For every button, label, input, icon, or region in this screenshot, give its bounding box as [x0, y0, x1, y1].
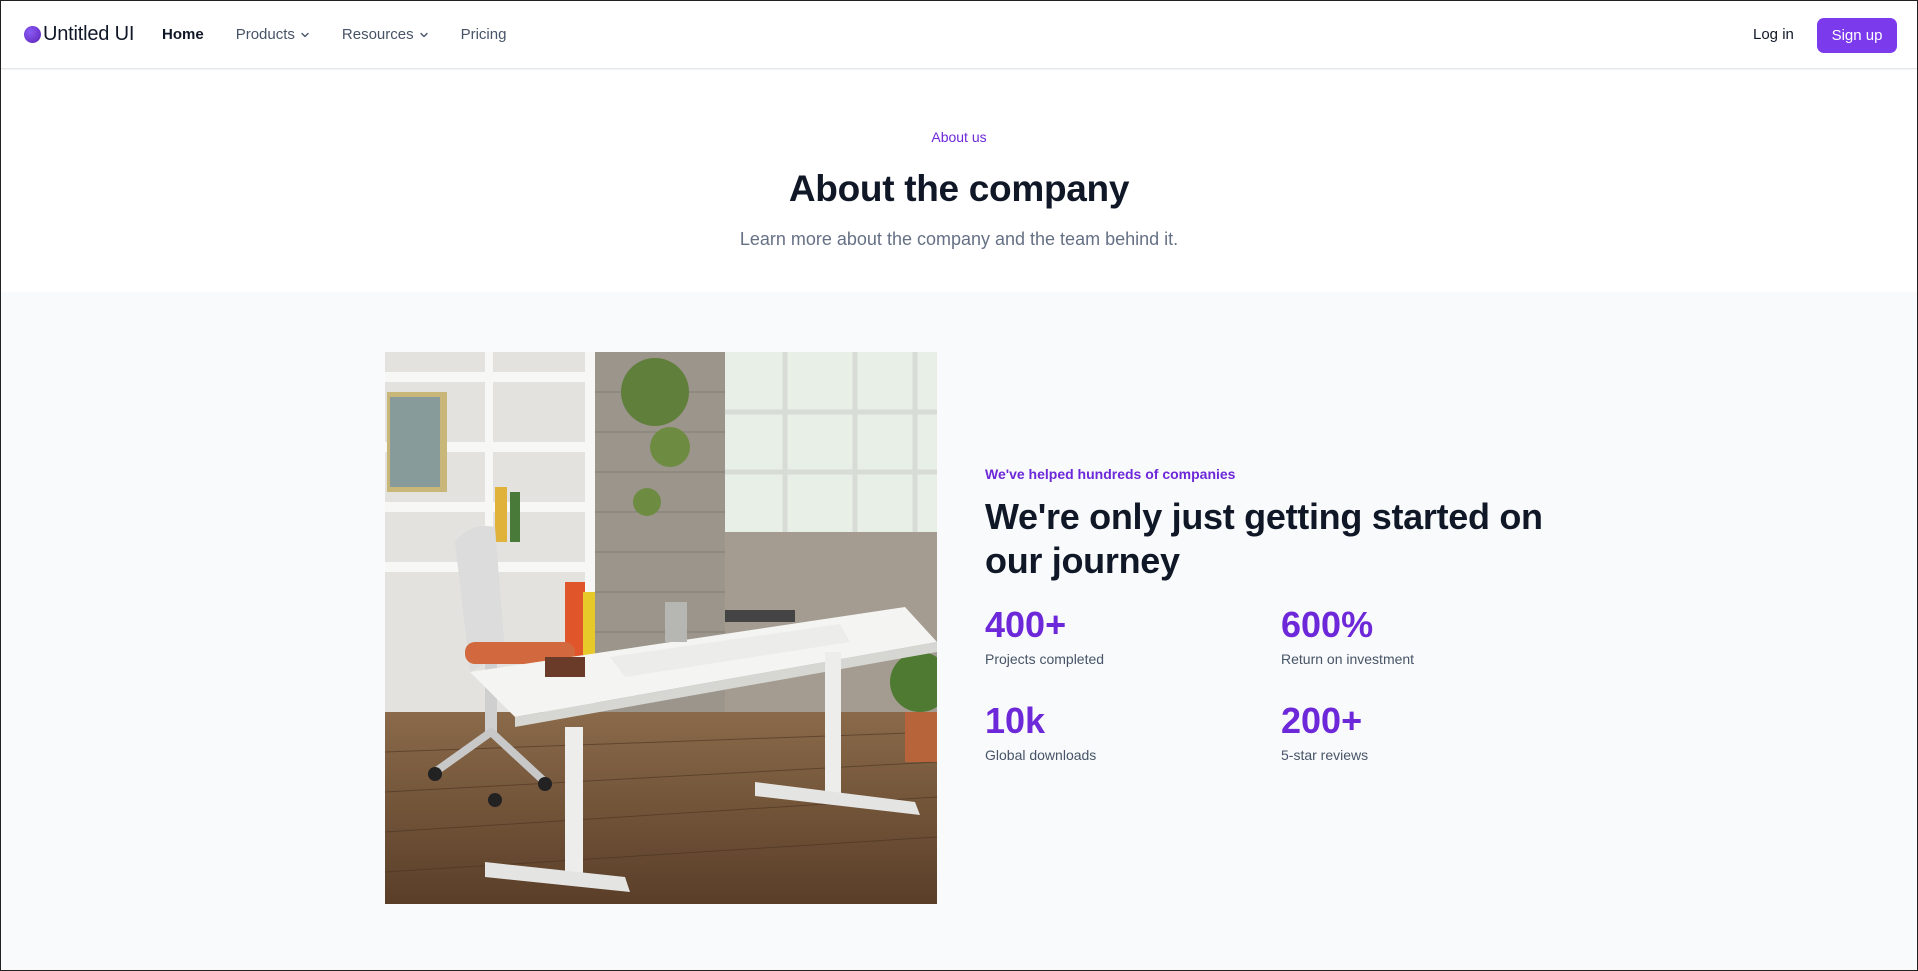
page-title: About the company: [788, 168, 1130, 209]
logo-text: Untitled UI: [43, 23, 135, 45]
stat-value: 200+: [1281, 700, 1363, 741]
section-title: We're only just getting started on our j…: [985, 496, 1543, 581]
office-photo: [385, 352, 937, 904]
chevron-down-icon: [301, 32, 309, 37]
top-nav: Untitled UI Home Products Resources Pric…: [1, 1, 1917, 69]
nav-links: Home Products Resources Pricing: [162, 26, 538, 43]
office-photo-illustration: [385, 352, 937, 904]
about-info: We've helped hundreds of companies We're…: [985, 466, 1545, 763]
nav-link-pricing[interactable]: Pricing: [461, 26, 507, 43]
login-button[interactable]: Log in: [1753, 26, 1794, 43]
stat-value: 400+: [985, 604, 1067, 645]
stat-label: Return on investment: [1281, 651, 1415, 667]
stat-roi: 600% Return on investment: [1281, 604, 1545, 668]
stat-value: 10k: [985, 700, 1046, 741]
signup-button[interactable]: Sign up: [1817, 18, 1897, 53]
logo[interactable]: Untitled UI: [24, 23, 134, 46]
stat-label: Projects completed: [985, 651, 1105, 667]
nav-link-label: Home: [162, 26, 204, 43]
stat-reviews: 200+ 5-star reviews: [1281, 700, 1545, 764]
nav-link-home[interactable]: Home: [162, 26, 204, 43]
stat-label: 5-star reviews: [1281, 747, 1369, 763]
stat-downloads: 10k Global downloads: [985, 700, 1281, 764]
section-kicker: We've helped hundreds of companies: [985, 466, 1236, 482]
nav-link-label: Resources: [341, 26, 414, 43]
nav-link-resources[interactable]: Resources: [342, 26, 429, 43]
nav-link-products[interactable]: Products: [236, 26, 310, 43]
stat-label: Global downloads: [985, 747, 1097, 763]
nav-link-label: Pricing: [460, 26, 507, 43]
about-section: We've helped hundreds of companies We're…: [1, 292, 1917, 970]
chevron-down-icon: [419, 32, 428, 37]
hero-subtitle: Learn more about the company and the tea…: [739, 229, 1179, 249]
nav-link-label: Products: [235, 26, 295, 43]
stat-value: 600%: [1281, 604, 1374, 645]
hero-eyebrow: About us: [931, 129, 987, 145]
stat-projects: 400+ Projects completed: [985, 604, 1281, 668]
hero-section: About us About the company Learn more ab…: [1, 70, 1917, 292]
logo-icon: [24, 26, 41, 43]
stats-grid: 400+ Projects completed 600% Return on i…: [985, 604, 1545, 764]
